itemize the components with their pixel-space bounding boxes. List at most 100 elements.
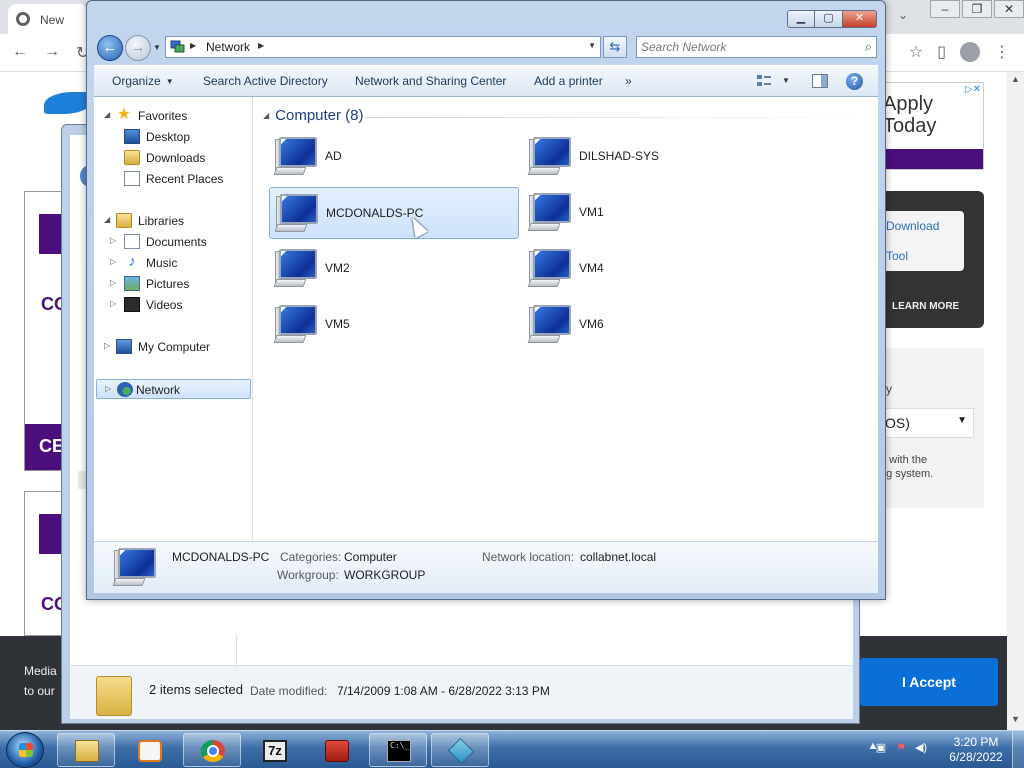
computer-tile-ad[interactable]: AD [269, 131, 519, 183]
site-logo[interactable] [44, 92, 92, 114]
computer-tile-vm2[interactable]: VM2 [269, 243, 519, 295]
organize-menu[interactable]: Organize ▼ [112, 74, 174, 88]
ad-banner[interactable]: ▷✕ Apply Today [880, 82, 984, 170]
tray-network-icon[interactable]: ▣ [874, 741, 888, 755]
nav-downloads[interactable]: Downloads [112, 148, 244, 168]
nav-pictures[interactable]: ▷ Pictures [110, 274, 244, 294]
taskbar-toolbox-button[interactable] [307, 733, 365, 767]
browser-tab[interactable]: New [8, 4, 88, 34]
computer-tile-vm5[interactable]: VM5 [269, 299, 519, 351]
accept-cookies-button[interactable]: I Accept [860, 658, 998, 706]
collapse-arrow-icon[interactable]: ◢ [104, 215, 112, 224]
nav-libraries[interactable]: ◢ Libraries [104, 211, 244, 231]
minimize-button[interactable]: ▁ [787, 10, 815, 28]
browser-forward-icon[interactable]: → [44, 43, 60, 61]
expand-arrow-icon[interactable]: ▷ [110, 278, 118, 287]
search-icon[interactable]: ⌕ [865, 39, 872, 55]
address-location[interactable]: Network [206, 40, 250, 54]
taskbar-media-player-button[interactable] [120, 733, 178, 767]
nav-my-computer[interactable]: ▷ My Computer [104, 337, 244, 357]
nav-documents[interactable]: ▷ Documents [110, 232, 244, 252]
tray-action-center-icon[interactable]: ⚑ [894, 741, 908, 755]
download-link[interactable]: Download [886, 219, 939, 233]
address-dropdown-icon[interactable]: ▼ [588, 41, 596, 50]
computer-tile-mcdonalds-pc[interactable]: MCDONALDS-PC [269, 187, 519, 239]
network-sharing-center-button[interactable]: Network and Sharing Center [355, 74, 506, 88]
group-collapse-icon[interactable]: ◢ [263, 111, 269, 120]
network-explorer-window[interactable]: ▁ ▢ ✕ ← → ▼ ▶ Network ▶ ▼ ⇆ ⌕ Organize ▼ … [86, 0, 886, 600]
os-select[interactable]: OS) ▼ [880, 408, 974, 438]
search-active-directory-button[interactable]: Search Active Directory [203, 74, 328, 88]
search-input[interactable] [641, 39, 851, 55]
maximize-button[interactable]: ▢ [815, 10, 843, 28]
browser-minimize-button[interactable]: – [930, 0, 960, 18]
taskbar-7zip-button[interactable]: 7z [245, 733, 303, 767]
side-panel-icon[interactable]: ▯ [937, 42, 946, 62]
taskbar-explorer-button[interactable] [57, 733, 115, 767]
back-arrow-icon[interactable]: ← [97, 35, 123, 61]
nav-favorites[interactable]: ◢ ★ Favorites [104, 106, 244, 126]
breadcrumb-separator-icon[interactable]: ▶ [190, 41, 196, 50]
tab-search-chevron-icon[interactable]: ⌄ [898, 8, 908, 22]
nav-music[interactable]: ▷ ♪ Music [110, 253, 244, 273]
recent-pages-dropdown-icon[interactable]: ▼ [153, 43, 161, 52]
view-dropdown-icon[interactable]: ▼ [782, 76, 790, 85]
os-panel-note-2: ng system. [880, 468, 934, 480]
browser-menu-icon[interactable]: ⋮ [994, 42, 1010, 62]
desktop-icon [124, 129, 140, 144]
profile-avatar-icon[interactable] [960, 42, 980, 62]
browser-maximize-button[interactable]: ❐ [962, 0, 992, 18]
videos-icon [124, 297, 140, 312]
nav-recent-places[interactable]: Recent Places [112, 169, 244, 189]
expand-arrow-icon[interactable]: ▷ [110, 257, 118, 266]
computer-tile-vm6[interactable]: VM6 [523, 299, 773, 351]
nav-videos[interactable]: ▷ Videos [110, 295, 244, 315]
scroll-up-icon[interactable]: ▲ [1011, 74, 1020, 84]
scroll-down-icon[interactable]: ▼ [1011, 714, 1020, 724]
learn-more-button[interactable]: LEARN MORE [892, 301, 959, 312]
ad-choices-icon[interactable]: ▷✕ [965, 84, 981, 95]
computer-name: DILSHAD-SYS [579, 149, 660, 163]
left-promo-card-1[interactable]: CO CE [24, 191, 68, 471]
nav-network[interactable]: ▷ Network [96, 379, 251, 399]
expand-arrow-icon[interactable]: ▷ [110, 299, 118, 308]
address-bar[interactable]: ▶ Network ▶ ▼ [165, 36, 601, 58]
browser-back-icon[interactable]: ← [12, 43, 28, 61]
computer-tile-vm4[interactable]: VM4 [523, 243, 773, 295]
help-icon[interactable]: ? [846, 73, 863, 90]
computer-tile-dilshad-sys[interactable]: DILSHAD-SYS [523, 131, 773, 183]
search-box[interactable]: ⌕ [636, 36, 877, 58]
taskbar-cmd-button[interactable]: C:\_ [369, 733, 427, 767]
expand-arrow-icon[interactable]: ▷ [105, 384, 113, 393]
add-printer-button[interactable]: Add a printer [534, 74, 603, 88]
bookmark-star-icon[interactable]: ☆ [909, 42, 923, 62]
promo-panel: Download Tool LEARN MORE [880, 191, 984, 328]
computer-name: AD [325, 149, 342, 163]
change-view-icon[interactable] [756, 74, 772, 88]
expand-arrow-icon[interactable]: ▷ [110, 236, 118, 245]
tool-link[interactable]: Tool [886, 249, 908, 263]
breadcrumb-chevron-icon[interactable]: ▶ [258, 41, 264, 50]
tray-volume-icon[interactable]: ◀) [914, 741, 928, 755]
forward-arrow-icon[interactable]: → [125, 35, 151, 61]
refresh-icon[interactable]: ⇆ [603, 36, 627, 58]
left-promo-logo [39, 214, 63, 254]
toolbox-icon [325, 740, 349, 762]
close-button[interactable]: ✕ [843, 10, 877, 28]
nav-my-computer-label: My Computer [138, 340, 211, 354]
left-promo-card-2[interactable]: CO [24, 491, 68, 636]
expand-arrow-icon[interactable]: ▷ [104, 341, 112, 350]
preview-pane-icon[interactable] [812, 74, 828, 88]
computer-tile-vm1[interactable]: VM1 [523, 187, 773, 239]
browser-close-button[interactable]: ✕ [994, 0, 1024, 18]
clock[interactable]: 3:20 PM 6/28/2022 [948, 735, 1004, 765]
start-button[interactable] [6, 732, 44, 768]
taskbar-cubes-button[interactable] [431, 733, 489, 767]
show-desktop-button[interactable] [1012, 731, 1024, 768]
browser-scrollbar[interactable]: ▲ ▼ [1007, 72, 1024, 730]
collapse-arrow-icon[interactable]: ◢ [104, 110, 112, 119]
nav-desktop[interactable]: Desktop [112, 127, 244, 147]
more-commands-button[interactable]: » [625, 74, 632, 88]
taskbar-chrome-button[interactable] [183, 733, 241, 767]
group-header[interactable]: ◢ Computer (8) [263, 107, 364, 124]
